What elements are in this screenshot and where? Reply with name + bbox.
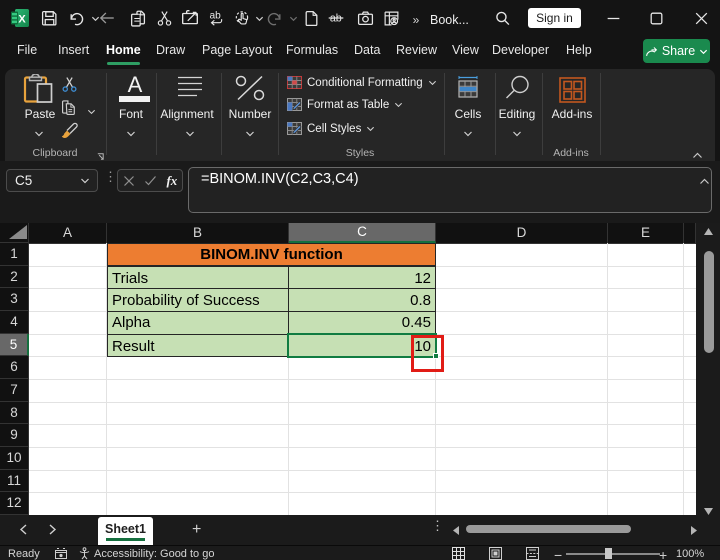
svg-text:ab: ab bbox=[209, 11, 221, 22]
svg-text:X: X bbox=[18, 14, 26, 26]
